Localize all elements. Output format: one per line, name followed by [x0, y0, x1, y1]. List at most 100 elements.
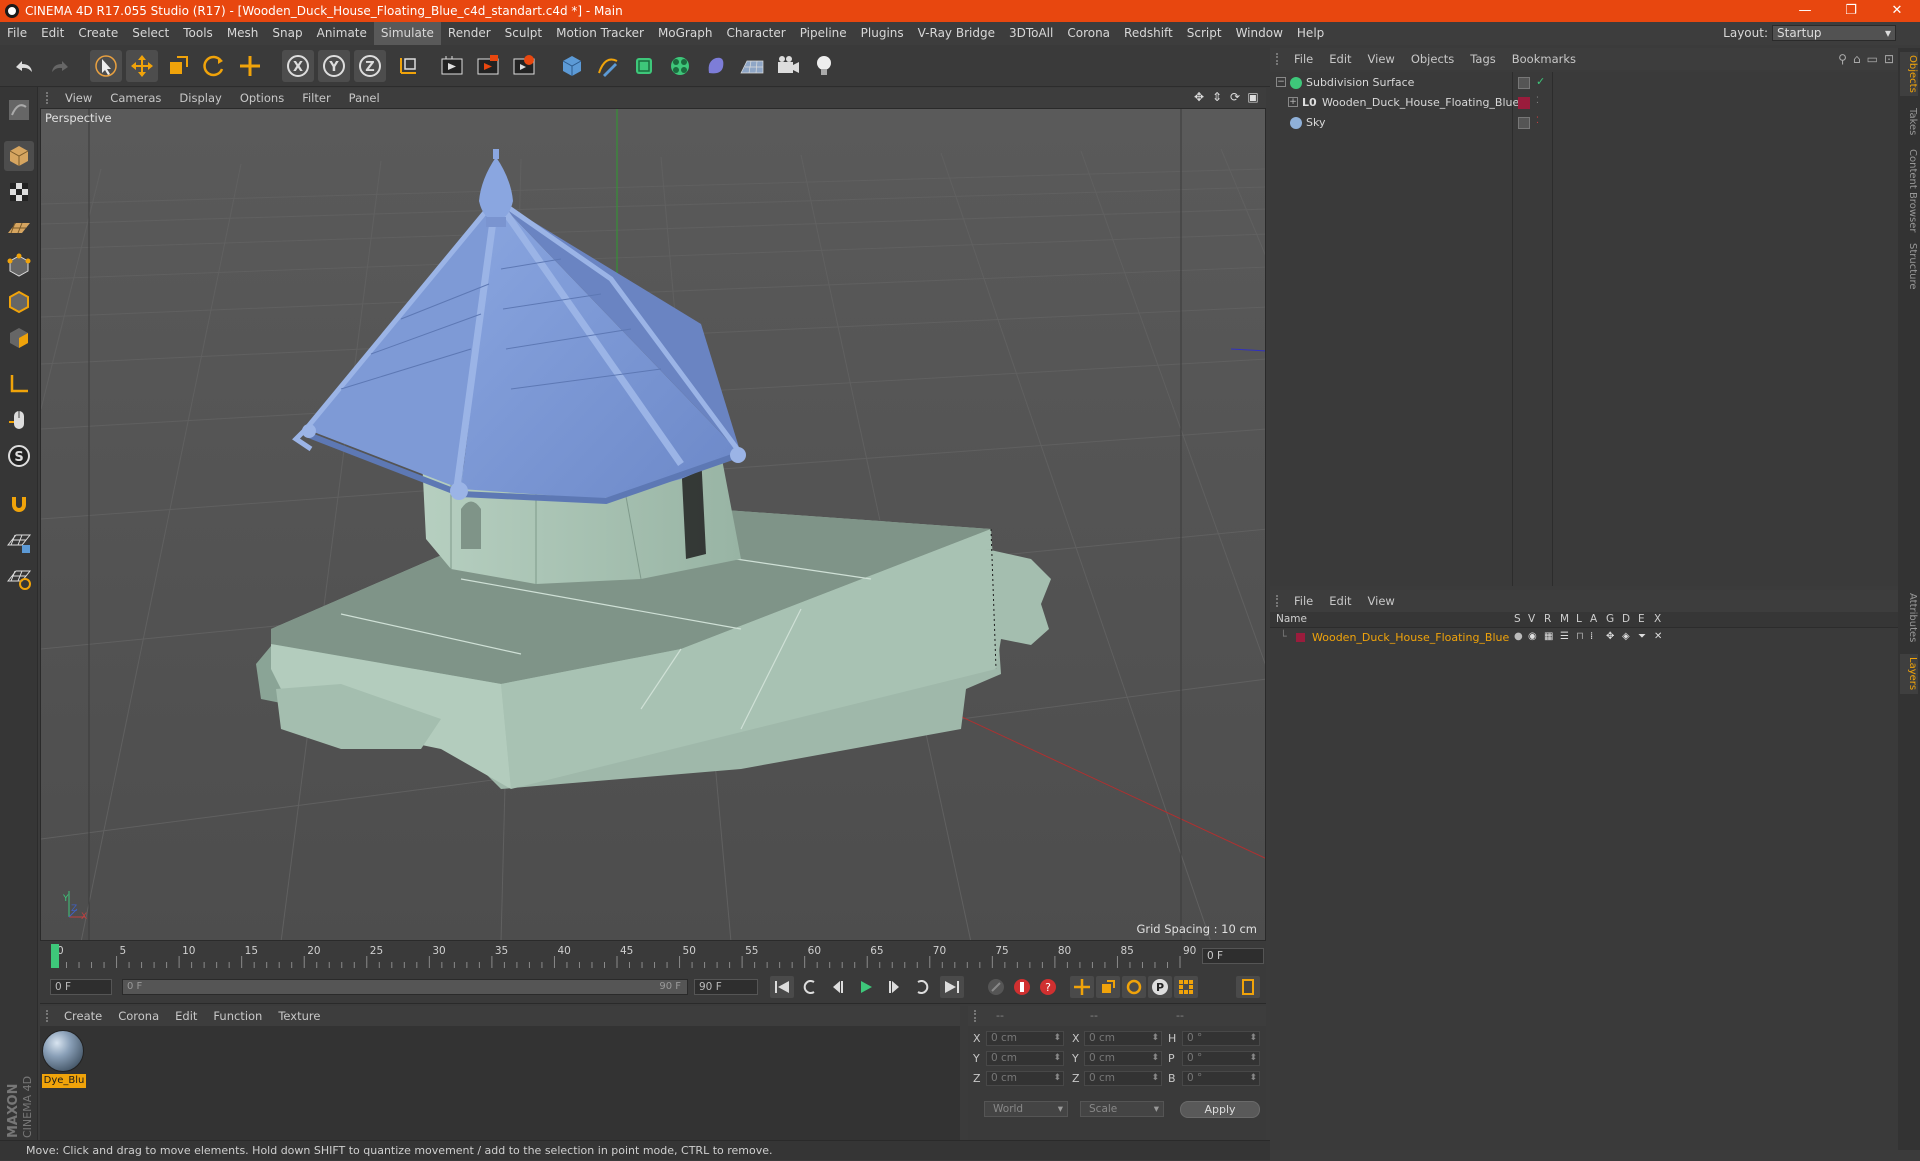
column-locked[interactable]: L	[1576, 613, 1582, 625]
render-settings-icon[interactable]	[508, 50, 540, 82]
menu-script[interactable]: Script	[1180, 22, 1229, 45]
column-animation[interactable]: A	[1590, 613, 1597, 625]
play-forward-icon[interactable]	[854, 976, 878, 998]
tab-takes[interactable]: Takes	[1900, 104, 1918, 140]
home-icon[interactable]: ⌂	[1853, 52, 1861, 66]
go-to-start-icon[interactable]	[770, 976, 794, 998]
transform-tool-icon[interactable]	[234, 50, 266, 82]
playhead-marker[interactable]	[51, 944, 59, 968]
timeline-window-icon[interactable]	[1236, 976, 1260, 998]
dolly-view-icon[interactable]: ⇕	[1210, 90, 1224, 104]
column-generators[interactable]: G	[1606, 613, 1614, 625]
visibility-dots-icon[interactable]: ⁚	[1536, 96, 1539, 106]
menu-vray-bridge[interactable]: V-Ray Bridge	[911, 22, 1002, 45]
rotation-h-field[interactable]: 0 °	[1182, 1031, 1260, 1046]
editor-visibility-icon[interactable]	[1518, 77, 1530, 89]
auto-keying-icon[interactable]	[1010, 976, 1034, 998]
timeline-ruler[interactable]: 0 5 10 15 20 25 30 35 40 45 50 55 60 65 70 75 80 85 90	[50, 942, 1196, 970]
layer-visible-icon[interactable]: ◉	[1528, 631, 1537, 642]
layer-manager-icon[interactable]: ☰	[1560, 631, 1569, 642]
coordinate-space-dropdown[interactable]: World	[984, 1101, 1068, 1117]
perspective-viewport[interactable]: Perspective Y X Z Grid Spacing : 10 cm	[40, 108, 1266, 941]
x-axis-lock-icon[interactable]: X	[282, 50, 314, 82]
key-rotation-icon[interactable]	[1122, 976, 1146, 998]
panel-grip-icon[interactable]	[46, 92, 52, 104]
make-editable-icon[interactable]	[4, 95, 34, 125]
menu-mesh[interactable]: Mesh	[220, 22, 266, 45]
column-expressions[interactable]: E	[1638, 613, 1645, 625]
scale-tool-icon[interactable]	[162, 50, 194, 82]
grid-snap-icon[interactable]	[4, 563, 34, 593]
layer-lock-icon[interactable]: ⊓	[1576, 631, 1584, 642]
menu-render[interactable]: Render	[441, 22, 498, 45]
menu-redshift[interactable]: Redshift	[1117, 22, 1180, 45]
material-menu-texture[interactable]: Texture	[270, 1009, 328, 1023]
keyframe-selection-icon[interactable]: ?	[1036, 976, 1060, 998]
minimize-button[interactable]: —	[1782, 0, 1828, 22]
menu-create[interactable]: Create	[71, 22, 125, 45]
tweak-mode-icon[interactable]	[4, 405, 34, 435]
menu-motion-tracker[interactable]: Motion Tracker	[549, 22, 651, 45]
material-menu-edit[interactable]: Edit	[167, 1009, 205, 1023]
start-frame-field[interactable]: 0 F	[50, 979, 112, 995]
menu-edit[interactable]: Edit	[34, 22, 71, 45]
menu-mograph[interactable]: MoGraph	[651, 22, 720, 45]
tab-content-browser[interactable]: Content Browser	[1900, 148, 1918, 234]
spline-pen-icon[interactable]	[592, 50, 624, 82]
subdivision-surface-icon[interactable]	[628, 50, 660, 82]
material-menu-create[interactable]: Create	[56, 1009, 110, 1023]
layer-menu-file[interactable]: File	[1286, 594, 1321, 608]
object-menu-bookmarks[interactable]: Bookmarks	[1504, 52, 1584, 66]
record-keys-icon[interactable]	[984, 976, 1008, 998]
enabled-check-icon[interactable]: ✓	[1536, 75, 1545, 88]
render-view-icon[interactable]	[436, 50, 468, 82]
layer-animation-icon[interactable]: ⁞	[1590, 631, 1593, 642]
panel-grip-icon[interactable]	[1276, 595, 1282, 607]
layer-row[interactable]: └ Wooden_Duck_House_Floating_Blue ● ◉ ▦ …	[1270, 630, 1898, 646]
expand-icon[interactable]: +	[1288, 97, 1298, 107]
object-menu-objects[interactable]: Objects	[1403, 52, 1462, 66]
polygons-mode-icon[interactable]	[4, 323, 34, 353]
object-menu-view[interactable]: View	[1360, 52, 1403, 66]
object-menu-tags[interactable]: Tags	[1462, 52, 1503, 66]
size-x-field[interactable]: 0 cm	[1084, 1031, 1162, 1046]
preview-range-slider[interactable]: 0 F 90 F	[122, 979, 688, 995]
render-to-picture-viewer-icon[interactable]	[472, 50, 504, 82]
column-manager[interactable]: M	[1560, 613, 1569, 625]
layer-browser-icon[interactable]: ▭	[1867, 52, 1878, 66]
size-z-field[interactable]: 0 cm	[1084, 1071, 1162, 1086]
tab-structure[interactable]: Structure	[1900, 240, 1918, 292]
column-xref[interactable]: X	[1654, 613, 1661, 625]
light-icon[interactable]	[808, 50, 840, 82]
layout-dropdown[interactable]: Startup	[1772, 25, 1896, 41]
position-y-field[interactable]: 0 cm	[986, 1051, 1064, 1066]
material-menu-corona[interactable]: Corona	[110, 1009, 167, 1023]
layer-solo-icon[interactable]: ●	[1514, 631, 1523, 642]
layer-menu-view[interactable]: View	[1360, 594, 1403, 608]
layer-expressions-icon[interactable]: ⏷	[1638, 631, 1646, 642]
apply-button[interactable]: Apply	[1180, 1101, 1260, 1118]
viewport-menu-cameras[interactable]: Cameras	[101, 91, 170, 105]
menu-sculpt[interactable]: Sculpt	[498, 22, 549, 45]
material-menu-function[interactable]: Function	[205, 1009, 270, 1023]
tab-layers[interactable]: Layers	[1900, 654, 1918, 694]
panel-grip-icon[interactable]	[46, 1010, 52, 1022]
menu-character[interactable]: Character	[719, 22, 792, 45]
key-position-icon[interactable]	[1070, 976, 1094, 998]
cube-primitive-icon[interactable]	[556, 50, 588, 82]
viewport-menu-panel[interactable]: Panel	[340, 91, 389, 105]
undo-icon[interactable]	[8, 50, 40, 82]
layer-color-swatch[interactable]	[1296, 633, 1305, 642]
model-mode-icon[interactable]	[4, 141, 34, 171]
z-axis-lock-icon[interactable]: Z	[354, 50, 386, 82]
key-scale-icon[interactable]	[1096, 976, 1120, 998]
viewport-menu-filter[interactable]: Filter	[293, 91, 339, 105]
object-row-subdivision-surface[interactable]: − Subdivision Surface ✓	[1270, 74, 1898, 92]
editor-visibility-icon[interactable]	[1518, 117, 1530, 129]
menu-animate[interactable]: Animate	[310, 22, 374, 45]
coordinate-mode-dropdown[interactable]: Scale	[1080, 1101, 1164, 1117]
position-z-field[interactable]: 0 cm	[986, 1071, 1064, 1086]
tab-objects[interactable]: Objects	[1900, 52, 1918, 96]
y-axis-lock-icon[interactable]: Y	[318, 50, 350, 82]
viewport-menu-options[interactable]: Options	[231, 91, 293, 105]
